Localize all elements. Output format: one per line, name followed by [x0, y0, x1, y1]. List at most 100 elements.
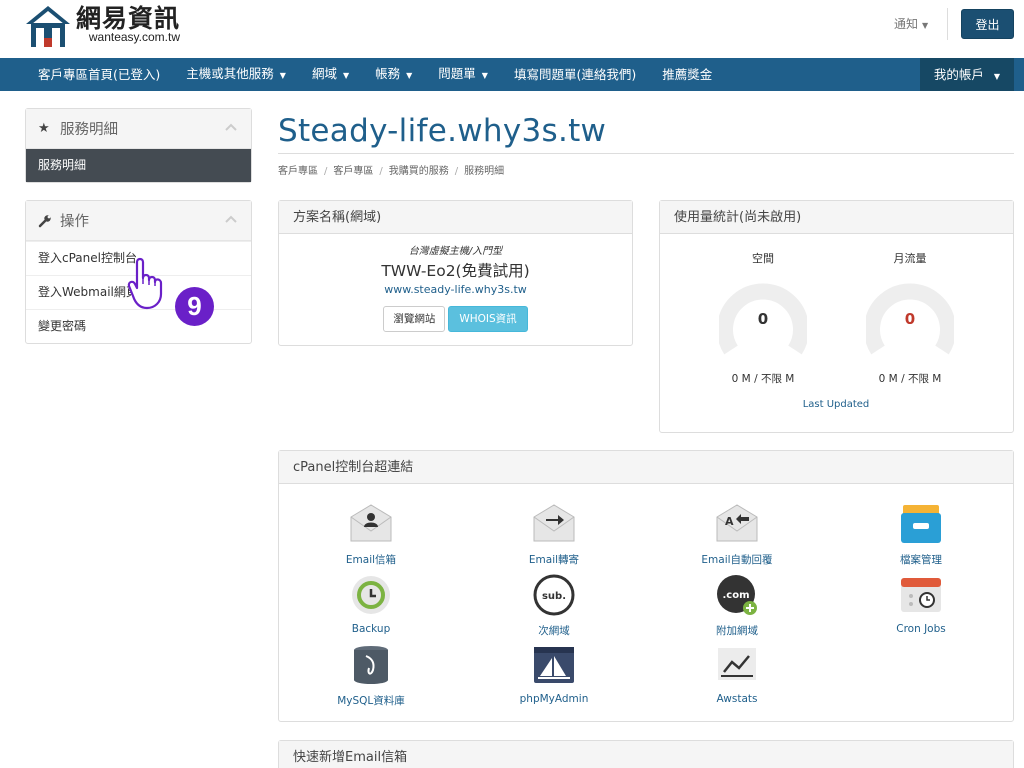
svg-text:A: A: [725, 515, 734, 528]
nav-item[interactable]: 推薦獎金: [649, 58, 725, 91]
sidebar-item-change-password[interactable]: 變更密碼: [26, 309, 251, 343]
cron-jobs-icon: [901, 578, 941, 612]
breadcrumb: 客戶專區 / 客戶專區 / 我購買的服務 / 服務明細: [278, 166, 505, 177]
nav-item-label: 填寫問題單(連絡我們): [513, 67, 637, 82]
whois-button[interactable]: WHOIS資訊: [448, 306, 528, 332]
quick-email-card-header: 快速新增Email信箱: [279, 741, 1013, 768]
cpanel-item-label: MySQL資料庫: [337, 695, 405, 707]
cpanel-item-label: Backup: [351, 623, 391, 635]
email-account-icon: [350, 504, 392, 542]
bandwidth-usage-label: 月流量: [893, 252, 927, 265]
pointing-hand-icon: [127, 257, 163, 310]
brand-logo[interactable]: 網易資訊 wanteasy.com.tw: [24, 4, 180, 48]
cpanel-item-label: 附加網域: [716, 625, 758, 637]
bandwidth-usage-amount: 0 M / 不限 M: [878, 373, 942, 385]
notifications-dropdown[interactable]: 通知 ▼: [894, 15, 928, 32]
backup-icon: [352, 576, 390, 614]
mysql-icon: [354, 646, 388, 684]
title-divider: [278, 153, 1014, 154]
disk-usage-label: 空間: [752, 252, 774, 265]
cpanel-item-label: Awstats: [716, 693, 758, 705]
sidebar-item-service-details[interactable]: 服務明細: [26, 149, 251, 182]
cpanel-card-header: cPanel控制台超連結: [279, 451, 1013, 484]
main-nav: 客戶專區首頁(已登入) 主機或其他服務 ▼ 網域 ▼ 帳務 ▼ 問題單 ▼ 填寫問題單(連絡我們)…: [0, 58, 1024, 91]
phpmyadmin-icon: [534, 647, 574, 683]
cpanel-email-forwarders[interactable]: Email轉寄: [474, 503, 634, 567]
usage-card-header: 使用量統計(尚未啟用): [660, 201, 1013, 234]
subdomain-icon: sub.: [533, 574, 575, 616]
cpanel-subdomains[interactable]: sub. 次網域: [474, 574, 634, 638]
plan-name: TWW-Eo2(免費試用): [381, 262, 530, 280]
disk-usage-value: 0: [757, 310, 769, 328]
service-details-panel: ★ 服務明細 服務明細: [25, 108, 252, 183]
wrench-icon: [38, 214, 51, 227]
caret-down-icon: ▼: [406, 71, 413, 80]
nav-item[interactable]: 帳務 ▼: [362, 57, 425, 92]
notifications-label: 通知: [894, 17, 919, 31]
cpanel-item-label: Email轉寄: [528, 554, 580, 566]
cpanel-mysql[interactable]: MySQL資料庫: [291, 644, 451, 708]
plan-card-header: 方案名稱(網域): [279, 201, 632, 234]
email-autoresponder-icon: A: [716, 504, 758, 542]
nav-item[interactable]: 網域 ▼: [299, 57, 362, 92]
nav-item-label: 推薦獎金: [662, 67, 713, 82]
breadcrumb-link[interactable]: 客戶專區: [333, 166, 373, 177]
svg-text:.com: .com: [722, 590, 749, 601]
actions-panel-header[interactable]: 操作: [26, 201, 251, 241]
addon-domain-icon: .com: [717, 575, 757, 615]
caret-down-icon: ▼: [279, 71, 286, 80]
cpanel-links-card: cPanel控制台超連結 Email信箱 Email轉寄 A Email自動回覆: [278, 450, 1014, 722]
email-forward-icon: [533, 504, 575, 542]
bandwidth-usage-value: 0: [904, 310, 916, 328]
disk-usage-amount: 0 M / 不限 M: [731, 373, 795, 385]
usage-stats-card: 使用量統計(尚未啟用) 空間 0 0 M / 不限 M 月流量 0 0 M / …: [659, 200, 1014, 433]
nav-item-label: 客戶專區首頁(已登入): [38, 67, 161, 82]
cpanel-item-label: 次網域: [538, 625, 570, 637]
cpanel-email-accounts[interactable]: Email信箱: [291, 503, 451, 567]
nav-item-label: 主機或其他服務: [186, 66, 274, 81]
my-account-dropdown[interactable]: 我的帳戶 ▼: [919, 58, 1014, 91]
actions-panel-title: 操作: [60, 214, 89, 230]
cpanel-phpmyadmin[interactable]: phpMyAdmin: [474, 644, 634, 705]
cpanel-item-label: Cron Jobs: [896, 623, 946, 635]
plan-card: 方案名稱(網域) 台灣虛擬主機/入門型 TWW-Eo2(免費試用) www.st…: [278, 200, 633, 346]
plan-domain-link[interactable]: www.steady-life.why3s.tw: [279, 283, 632, 296]
chevron-up-icon[interactable]: [225, 213, 237, 225]
breadcrumb-link[interactable]: 我購買的服務: [389, 166, 449, 177]
service-panel-header[interactable]: ★ 服務明細: [26, 109, 251, 149]
nav-item[interactable]: 填寫問題單(連絡我們): [501, 58, 649, 91]
plan-subtitle: 台灣虛擬主機/入門型: [408, 246, 503, 257]
cpanel-file-manager[interactable]: 檔案管理: [841, 503, 1001, 567]
house-logo-icon: [26, 6, 70, 47]
step-number-badge: 9: [175, 287, 214, 326]
nav-item[interactable]: 主機或其他服務 ▼: [173, 57, 299, 92]
cpanel-item-label: 檔案管理: [900, 554, 942, 566]
cpanel-cron-jobs[interactable]: Cron Jobs: [841, 574, 1001, 635]
cpanel-item-label: phpMyAdmin: [519, 693, 589, 705]
page-title: Steady-life.why3s.tw: [278, 113, 607, 149]
nav-item-label: 帳務: [375, 66, 401, 81]
cpanel-backup[interactable]: Backup: [291, 574, 451, 635]
star-icon: ★: [38, 121, 50, 136]
quick-email-card: 快速新增Email信箱: [278, 740, 1014, 768]
brand-domain: wanteasy.com.tw: [88, 30, 181, 44]
cpanel-addon-domains[interactable]: .com 附加網域: [657, 574, 817, 638]
svg-text:sub.: sub.: [542, 591, 566, 602]
breadcrumb-link[interactable]: 客戶專區: [278, 166, 318, 177]
cpanel-item-label: Email信箱: [345, 554, 397, 566]
browse-site-button[interactable]: 瀏覽網站: [383, 306, 446, 332]
disk-usage: 空間 0 0 M / 不限 M: [713, 250, 813, 386]
nav-item[interactable]: 問題單 ▼: [425, 57, 501, 92]
header-divider: [947, 8, 948, 40]
service-panel-title: 服務明細: [60, 122, 118, 138]
chevron-up-icon[interactable]: [225, 121, 237, 133]
cpanel-autoresponders[interactable]: A Email自動回覆: [657, 503, 817, 567]
logout-button[interactable]: 登出: [961, 9, 1014, 39]
nav-item-label: 網域: [311, 66, 337, 81]
file-manager-icon: [901, 505, 941, 543]
nav-item-label: 問題單: [438, 66, 476, 81]
nav-item[interactable]: 客戶專區首頁(已登入): [0, 58, 173, 91]
disk-usage-gauge: 0: [717, 280, 809, 368]
cpanel-awstats[interactable]: Awstats: [657, 644, 817, 705]
caret-down-icon: ▼: [922, 21, 929, 30]
